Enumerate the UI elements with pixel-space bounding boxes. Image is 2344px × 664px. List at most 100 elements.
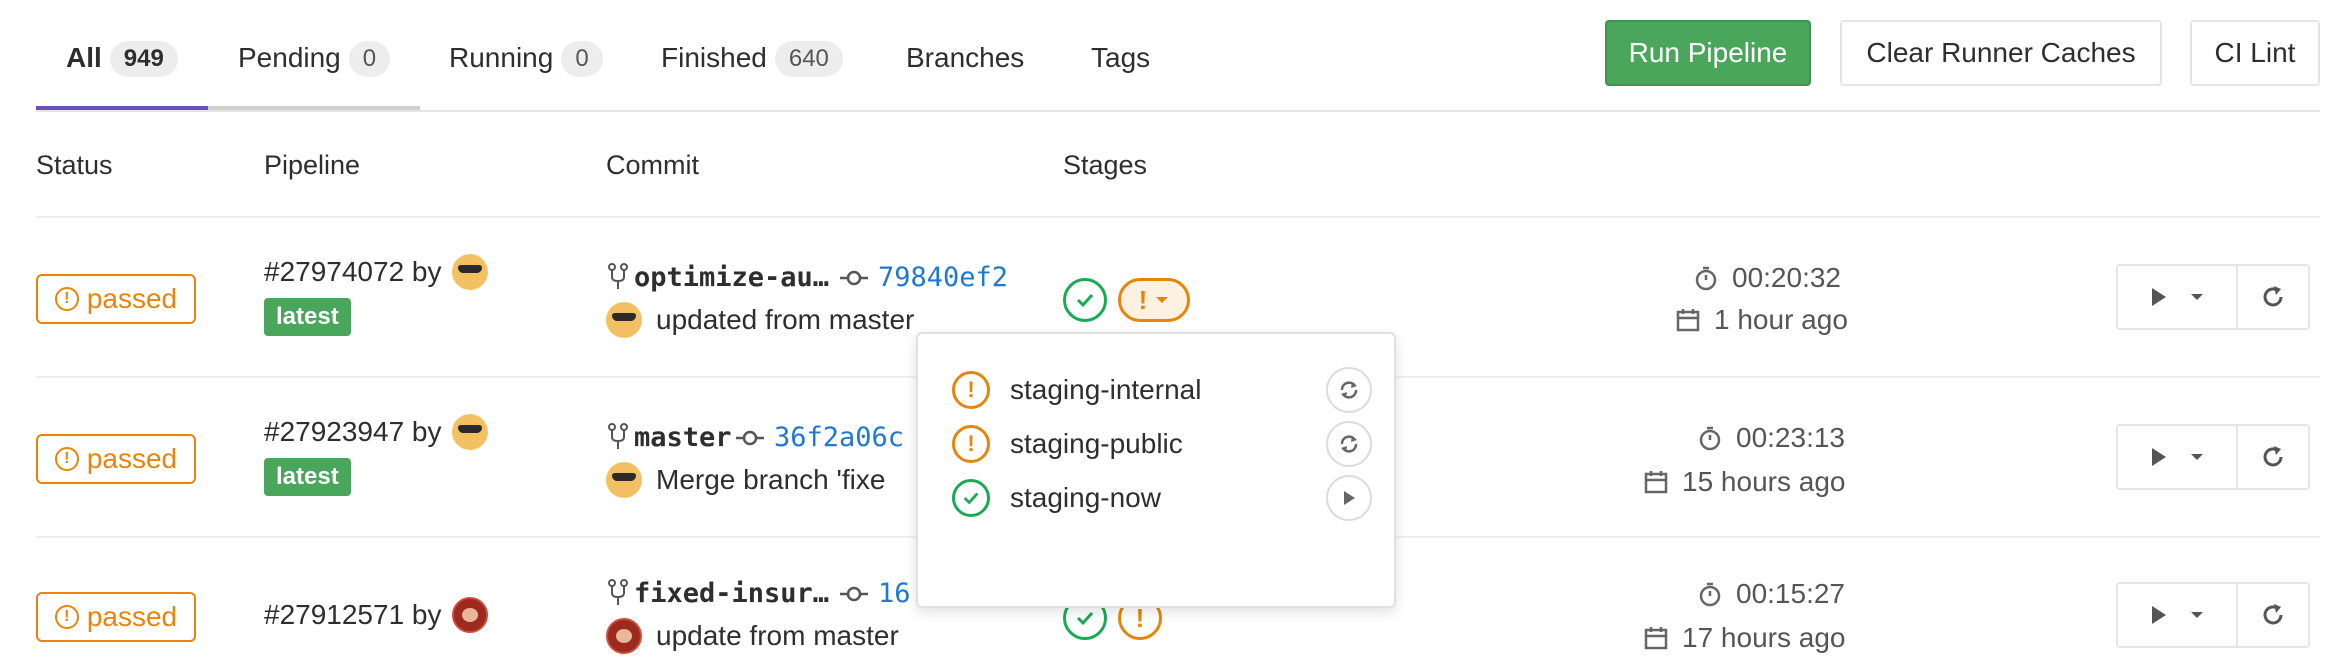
dropdown-job-item[interactable]: staging-now	[952, 468, 1372, 528]
dropdown-job-item[interactable]: ! staging-public	[952, 414, 1372, 474]
manual-jobs-dropdown[interactable]	[2118, 426, 2238, 488]
tab-finished[interactable]: Finished 640	[661, 40, 843, 77]
row-divider	[36, 216, 2320, 218]
branch-ref-link[interactable]: fixed-insur…	[634, 578, 829, 609]
tab-tags[interactable]: Tags	[1091, 40, 1150, 76]
warning-icon: !	[952, 371, 990, 409]
retry-icon	[2263, 286, 2283, 307]
avatar[interactable]	[606, 618, 642, 654]
count-badge: 0	[348, 41, 391, 77]
commit-message-link[interactable]: Merge branch 'fixe	[656, 464, 885, 496]
tab-label: All	[66, 42, 102, 73]
commit-icon	[840, 586, 868, 602]
warning-icon: !	[1138, 284, 1148, 315]
tab-branches[interactable]: Branches	[906, 40, 1024, 76]
avatar[interactable]	[451, 254, 488, 290]
commit-icon	[736, 430, 764, 446]
finished-time: 1 hour ago	[1676, 304, 1848, 336]
caret-down-icon	[2191, 612, 2203, 618]
warning-icon: !	[54, 605, 79, 629]
stage-warning-dropdown-toggle[interactable]: !	[1118, 278, 1190, 322]
avatar[interactable]	[451, 414, 488, 450]
latest-badge: latest	[264, 458, 351, 496]
job-name: staging-now	[1010, 482, 1161, 513]
commit-message-link[interactable]: update from master	[656, 620, 899, 652]
status-label: passed	[86, 601, 178, 632]
retry-pipeline-button[interactable]	[2238, 426, 2308, 488]
status-badge[interactable]: ! passed	[36, 592, 196, 642]
branch-ref-link[interactable]: master	[634, 422, 732, 453]
commit-sha-link[interactable]: 36f2a06c	[774, 422, 904, 453]
tab-label: Finished	[661, 42, 767, 73]
tab-pending[interactable]: Pending 0	[238, 40, 391, 77]
duration: 00:23:13	[1698, 422, 1845, 454]
tab-label: Branches	[906, 42, 1025, 73]
tab-all[interactable]: All 949	[66, 40, 178, 77]
retry-icon	[1340, 435, 1358, 453]
pipeline-id: #27974072 by	[264, 256, 442, 287]
check-icon	[1076, 293, 1094, 308]
finished-value: 17 hours ago	[1682, 622, 1846, 653]
dropdown-job-item[interactable]: ! staging-internal	[952, 360, 1372, 420]
status-label: passed	[86, 283, 178, 314]
commit-sha-link[interactable]: 16	[878, 578, 911, 609]
tab-label: Tags	[1091, 42, 1151, 73]
commit-icon	[840, 270, 868, 286]
duration: 00:15:27	[1698, 578, 1845, 610]
tab-running[interactable]: Running 0	[449, 40, 603, 77]
column-header-commit: Commit	[606, 150, 699, 180]
commit-message-link[interactable]: updated from master	[656, 304, 914, 336]
play-job-button[interactable]	[1326, 475, 1372, 521]
latest-badge: latest	[264, 298, 351, 336]
branch-icon	[608, 579, 628, 605]
play-icon	[1344, 491, 1355, 505]
commit-message-row: updated from master	[606, 302, 914, 338]
column-header-status: Status	[36, 150, 113, 180]
stage-success-button[interactable]	[1063, 278, 1107, 322]
retry-job-button[interactable]	[1326, 421, 1372, 467]
pipeline-id-link[interactable]: #27912571 by	[264, 597, 488, 633]
avatar[interactable]	[606, 302, 642, 338]
manual-jobs-dropdown[interactable]	[2118, 584, 2238, 646]
check-icon	[1076, 611, 1094, 626]
check-icon	[952, 479, 990, 517]
pipeline-id-link[interactable]: #27974072 by	[264, 254, 488, 290]
pipeline-actions	[2116, 424, 2310, 490]
retry-icon	[2263, 446, 2283, 467]
ci-lint-button[interactable]: CI Lint	[2190, 20, 2320, 86]
branch-ref-link[interactable]: optimize-au…	[634, 262, 829, 293]
avatar[interactable]	[451, 597, 488, 633]
count-badge: 0	[561, 41, 603, 77]
finished-time: 17 hours ago	[1644, 622, 1845, 654]
branch-icon	[608, 263, 628, 289]
status-badge[interactable]: ! passed	[36, 434, 196, 484]
job-name: staging-public	[1010, 428, 1183, 459]
calendar-icon	[1676, 309, 1700, 332]
status-badge[interactable]: ! passed	[36, 274, 196, 324]
pipeline-id: #27923947 by	[264, 416, 442, 447]
tab-label: Running	[449, 42, 554, 73]
tab-label: Pending	[238, 42, 341, 73]
caret-down-icon	[1156, 297, 1169, 303]
finished-time: 15 hours ago	[1644, 466, 1845, 498]
active-tab-indicator	[36, 106, 208, 110]
calendar-icon	[1644, 627, 1668, 650]
retry-pipeline-button[interactable]	[2238, 584, 2308, 646]
manual-jobs-dropdown[interactable]	[2118, 266, 2238, 328]
job-name: staging-internal	[1010, 374, 1202, 405]
retry-job-button[interactable]	[1326, 367, 1372, 413]
run-pipeline-button[interactable]: Run Pipeline	[1605, 20, 1811, 86]
pipeline-id-link[interactable]: #27923947 by	[264, 414, 488, 450]
warning-icon: !	[54, 447, 79, 471]
avatar[interactable]	[606, 462, 642, 498]
pipeline-actions	[2116, 582, 2310, 648]
retry-icon	[1340, 381, 1358, 399]
count-badge: 640	[774, 41, 843, 77]
retry-pipeline-button[interactable]	[2238, 266, 2308, 328]
duration-value: 00:15:27	[1736, 578, 1845, 609]
hover-tab-indicator	[208, 106, 420, 110]
retry-icon	[2263, 604, 2283, 625]
clear-runner-caches-button[interactable]: Clear Runner Caches	[1840, 20, 2162, 86]
commit-sha-link[interactable]: 79840ef2	[878, 262, 1008, 293]
commit-message-row: Merge branch 'fixe	[606, 462, 885, 498]
